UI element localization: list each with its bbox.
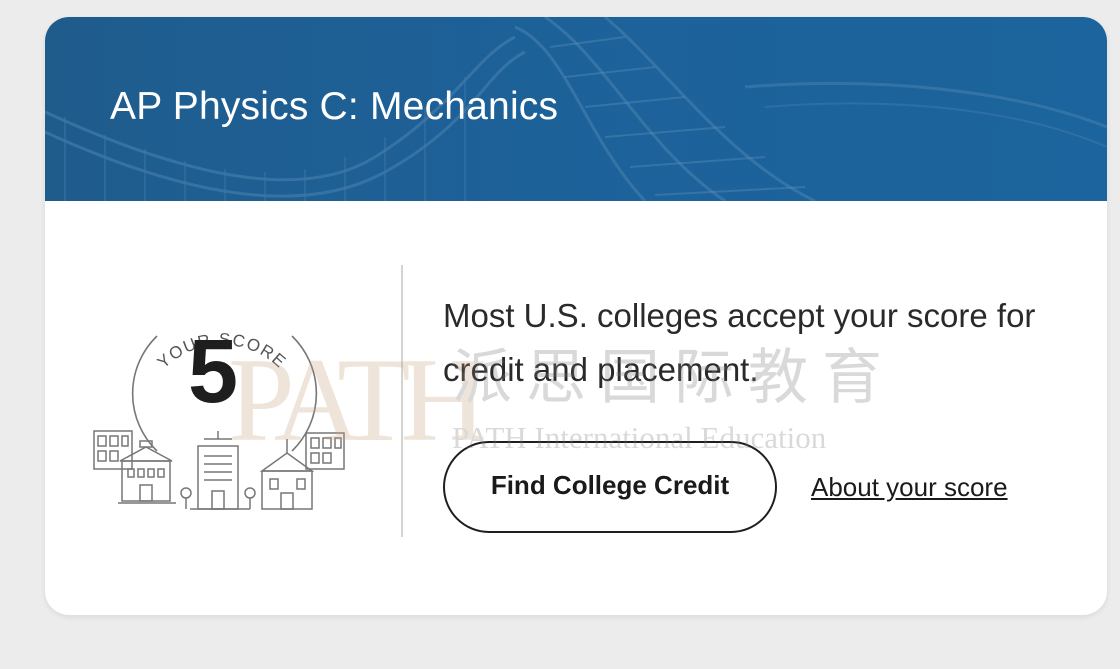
score-message: Most U.S. colleges accept your score for…	[443, 297, 1036, 388]
college-buildings-icon	[93, 430, 345, 510]
vertical-divider	[401, 265, 403, 537]
card-body: YOUR SCORE 5 Most U.S. colleges accept y…	[45, 201, 1107, 615]
course-banner: AP Physics C: Mechanics	[45, 17, 1107, 201]
score-badge: YOUR SCORE 5	[92, 281, 362, 531]
score-card: AP Physics C: Mechanics YOUR SCORE 5 Mos…	[45, 17, 1107, 615]
score-value: 5	[188, 322, 239, 422]
find-college-credit-button[interactable]: Find College Credit	[443, 441, 777, 533]
course-title: AP Physics C: Mechanics	[110, 85, 559, 128]
about-your-score-link[interactable]: About your score	[811, 472, 1008, 503]
